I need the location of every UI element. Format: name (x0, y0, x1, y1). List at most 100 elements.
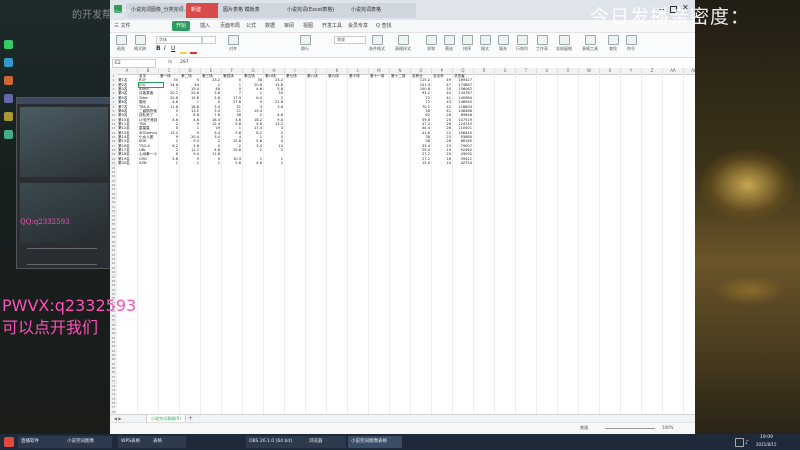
rows-columns-label: 行和列 (516, 46, 528, 51)
table-cell[interactable]: 2 (244, 148, 262, 152)
align-button[interactable]: 对齐 (224, 35, 242, 52)
table-cell[interactable]: 10 (433, 161, 451, 165)
taskbar-item[interactable]: 浏览器 (306, 436, 346, 448)
worksheet-label: 工作表 (536, 46, 548, 51)
table-cell[interactable]: 1 (202, 161, 220, 165)
formula-input[interactable]: 297 (180, 59, 690, 66)
menu-data[interactable]: 数据 (265, 20, 275, 32)
table-style-label: 表格样式 (395, 46, 411, 51)
table-style-icon (397, 35, 409, 45)
view-mode[interactable]: 普通 (580, 425, 588, 431)
taskbar-item[interactable]: 小说完词图像 (64, 436, 112, 448)
table-header-cell[interactable]: 第九场 (328, 74, 346, 78)
find-button[interactable]: 查找 (606, 35, 620, 52)
app-icon[interactable] (4, 130, 13, 139)
zoom-slider[interactable] (605, 428, 655, 429)
menu-page-layout[interactable]: 页面布局 (220, 20, 240, 32)
rows-columns-button[interactable]: 行和列 (514, 35, 530, 52)
font-size-select[interactable] (202, 36, 216, 44)
window-tab[interactable]: 小说完词表格 (346, 3, 416, 18)
freeze-panes-button[interactable]: 冻结窗格 (554, 35, 574, 52)
menu-home[interactable]: 开始 (172, 21, 191, 31)
fx-icon[interactable]: fx (168, 59, 172, 67)
table-cell[interactable]: 42754 (454, 161, 472, 165)
table-cell[interactable]: 1 (181, 161, 199, 165)
fill-icon (497, 35, 509, 45)
overlay-note: 可以点开我们 (2, 318, 99, 337)
tray-date[interactable]: 2021/8/15 (756, 442, 777, 447)
underline-button[interactable]: U (171, 45, 175, 52)
selected-cell[interactable] (138, 82, 164, 88)
number-format-select[interactable]: 常规 (334, 36, 366, 44)
menu-view[interactable]: 视图 (303, 20, 313, 32)
table-cell[interactable]: 1 (160, 161, 178, 165)
table-cell[interactable]: 2 (265, 148, 283, 152)
taskbar-item[interactable]: 直播软件 (18, 436, 66, 448)
bold-button[interactable]: B (156, 45, 161, 52)
overlay-qq: QQ:q2332593 (20, 218, 70, 226)
table-style-button[interactable]: 表格样式 (392, 35, 414, 52)
sort-button[interactable]: 排序 (460, 35, 474, 52)
fill-button[interactable]: 填充 (496, 35, 510, 52)
menu-developer[interactable]: 开发工具 (322, 20, 342, 32)
table-header-cell[interactable]: 第十二场 (391, 74, 409, 78)
app-icon[interactable] (4, 76, 13, 85)
table-header-cell[interactable]: 第十场 (349, 74, 367, 78)
table-cell[interactable]: 15.4 (412, 161, 430, 165)
app-icon[interactable] (4, 94, 13, 103)
filter-button[interactable]: 筛选 (442, 35, 456, 52)
menu-review[interactable]: 审阅 (284, 20, 294, 32)
window-tab[interactable]: 小说完词(Excel表格) (282, 3, 352, 18)
add-sheet-button[interactable]: + (188, 415, 193, 422)
table-header-cell[interactable]: 第十一场 (370, 74, 388, 78)
table-cell[interactable]: 第20名 (118, 161, 136, 165)
taskbar-item[interactable]: WPS表格 (118, 436, 154, 448)
conditional-format-button[interactable]: 条件格式 (366, 35, 388, 52)
symbol-button[interactable]: 符号 (624, 35, 638, 52)
table-header-cell[interactable]: 第八场 (307, 74, 325, 78)
table-tools-icon (584, 35, 596, 45)
taskbar-item[interactable]: OBS 26.1.0 (64 bit) (246, 436, 308, 448)
network-icon[interactable] (735, 438, 744, 447)
taskbar-item[interactable]: 表格 (150, 436, 186, 448)
app-icon[interactable] (4, 40, 13, 49)
font-name-select[interactable]: 字体 (156, 36, 202, 44)
menu-search[interactable]: Q 查找 (376, 20, 392, 32)
name-box[interactable]: E2 (112, 59, 156, 68)
format-button[interactable]: 格式 (478, 35, 492, 52)
window-tab[interactable]: 小说完词图像_分类完词... (126, 3, 192, 18)
format-painter-button[interactable]: 格式刷 (132, 35, 148, 52)
sum-button[interactable]: 求和 (424, 35, 438, 52)
table-cell[interactable]: 3.6 (265, 105, 283, 109)
light-glow (715, 275, 785, 305)
table-cell[interactable]: 2 (265, 161, 283, 165)
fill-color-button[interactable] (180, 46, 187, 54)
grid-line (599, 74, 600, 414)
table-cell[interactable]: 15.8 (223, 148, 241, 152)
sheet-nav-icon[interactable]: ◀ ▶ (114, 416, 121, 421)
taskbar-item[interactable]: 小说完词图像表格 (348, 436, 402, 448)
menu-file[interactable]: 三 文件 (114, 20, 131, 32)
app-icon[interactable] (4, 58, 13, 67)
volume-icon[interactable]: ♪ (745, 439, 749, 446)
table-tools-button[interactable]: 表格工具 (580, 35, 600, 52)
zoom-level[interactable]: 100% (662, 425, 673, 430)
table-cell[interactable]: 5.8 (223, 161, 241, 165)
spreadsheet-grid[interactable]: ABCDEFGHIJKLMNOPQRSTUVWXYZAAABACAD 1名字第一… (110, 68, 695, 416)
start-icon[interactable] (4, 437, 14, 447)
wrap-button[interactable]: 换行 (296, 35, 314, 52)
window-tab[interactable]: 图片表格 模板表 (218, 3, 288, 18)
tray-time[interactable]: 19:09 (760, 435, 773, 440)
menu-insert[interactable]: 插入 (200, 20, 210, 32)
worksheet-button[interactable]: 工作表 (534, 35, 550, 52)
table-cell[interactable]: XZN (139, 161, 157, 165)
paste-button[interactable]: 粘贴 (114, 35, 128, 52)
app-icon[interactable] (4, 112, 13, 121)
menu-member[interactable]: 会员专享 (348, 20, 368, 32)
table-header-cell[interactable]: 第七场 (286, 74, 304, 78)
menu-formulas[interactable]: 公式 (246, 20, 256, 32)
overlay-top-right: 今日发播亲密度： (590, 6, 751, 28)
font-color-button[interactable] (190, 46, 197, 54)
italic-button[interactable]: I (164, 45, 166, 52)
table-cell[interactable]: 4.6 (244, 161, 262, 165)
